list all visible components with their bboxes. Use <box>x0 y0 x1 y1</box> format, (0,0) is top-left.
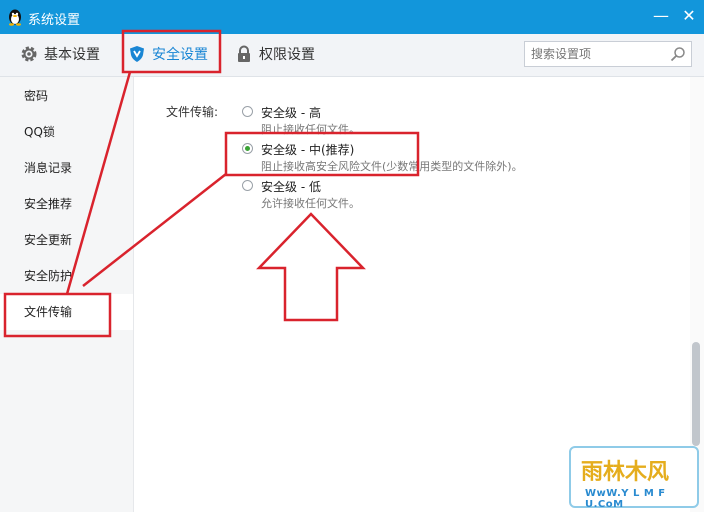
sidebar-item-password[interactable]: 密码 <box>0 78 133 114</box>
sidebar-item-security-recommend[interactable]: 安全推荐 <box>0 186 133 222</box>
close-button[interactable]: ✕ <box>678 6 700 26</box>
option-title: 安全级 - 中(推荐) <box>261 143 355 157</box>
scrollbar-thumb[interactable] <box>692 342 700 446</box>
gear-icon <box>21 46 37 62</box>
option-description: 阻止接收任何文件。 <box>261 123 360 136</box>
search-icon[interactable] <box>670 46 686 62</box>
tab-security-settings[interactable]: 安全设置 <box>128 42 208 68</box>
settings-window: 系统设置 — ✕ 基本设置 安全设置 权限设置 搜索设置项 密码 QQ锁 消息记… <box>0 0 704 512</box>
penguin-logo-icon <box>9 9 21 26</box>
radio-button-checked[interactable] <box>242 143 253 154</box>
watermark-url: WwW.Y L M F U.CoM <box>585 488 666 510</box>
tab-label: 安全设置 <box>152 47 208 63</box>
sidebar-item-qq-lock[interactable]: QQ锁 <box>0 114 133 150</box>
watermark-text: 雨林木风 <box>581 460 670 485</box>
option-title: 安全级 - 高 <box>261 106 321 120</box>
search-box[interactable] <box>524 41 692 67</box>
file-transfer-label: 文件传输: <box>166 105 219 119</box>
sidebar-item-file-transfer[interactable]: 文件传输 <box>0 294 133 330</box>
watermark-logo: 雨林木风 WwW.Y L M F U.CoM <box>569 446 699 510</box>
option-description: 允许接收任何文件。 <box>261 197 360 210</box>
title-bar: 系统设置 — ✕ <box>0 0 704 34</box>
search-input[interactable] <box>531 45 661 63</box>
tab-permission-settings[interactable]: 权限设置 <box>235 42 315 68</box>
option-description: 阻止接收高安全风险文件(少数常用类型的文件除外)。 <box>261 160 523 173</box>
sidebar: 密码 QQ锁 消息记录 安全推荐 安全更新 安全防护 文件传输 <box>0 77 134 512</box>
radio-button[interactable] <box>242 106 253 117</box>
tab-label: 基本设置 <box>44 47 100 63</box>
window-title: 系统设置 <box>28 13 81 28</box>
option-title: 安全级 - 低 <box>261 180 321 194</box>
radio-button[interactable] <box>242 180 253 191</box>
lock-icon <box>238 45 250 62</box>
shield-icon <box>130 46 144 62</box>
sidebar-item-security-protection[interactable]: 安全防护 <box>0 258 133 294</box>
tab-label: 权限设置 <box>259 47 315 63</box>
sidebar-item-message-history[interactable]: 消息记录 <box>0 150 133 186</box>
sidebar-item-security-update[interactable]: 安全更新 <box>0 222 133 258</box>
tab-bar: 基本设置 安全设置 权限设置 <box>0 34 704 77</box>
minimize-button[interactable]: — <box>650 6 672 26</box>
tab-basic-settings[interactable]: 基本设置 <box>20 42 100 68</box>
